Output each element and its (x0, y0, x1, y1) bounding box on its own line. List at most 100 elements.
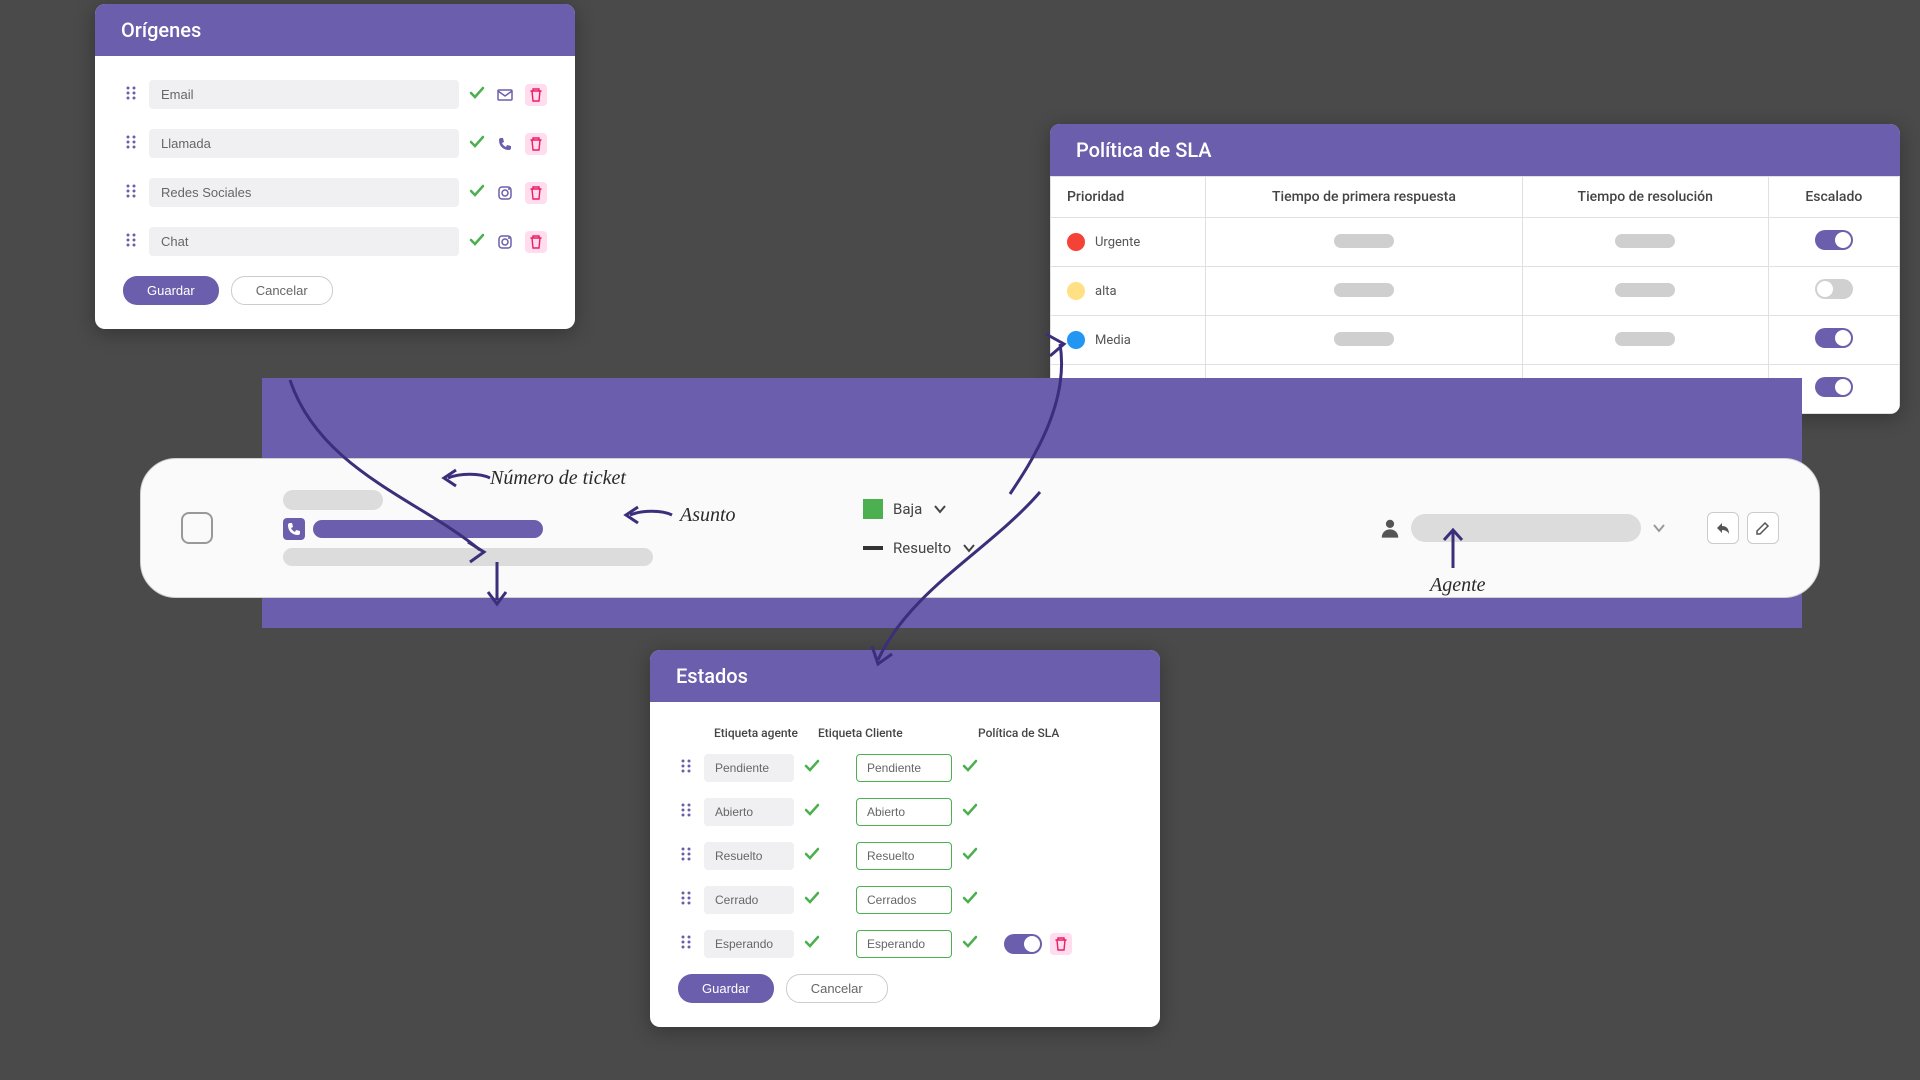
mail-icon (495, 87, 515, 103)
priority-color-icon (863, 499, 883, 519)
priority-dot-icon (1067, 233, 1085, 251)
agent-label-input[interactable] (704, 886, 794, 914)
delete-button[interactable] (1050, 933, 1072, 955)
origenes-panel: Orígenes Guardar Cancelar (95, 4, 575, 329)
user-icon (1379, 517, 1401, 539)
status-dropdown[interactable]: Resuelto (863, 539, 977, 557)
check-icon (804, 802, 820, 822)
check-icon (804, 934, 820, 954)
check-icon (962, 934, 978, 954)
col-agent-label: Etiqueta agente (678, 726, 818, 740)
escalate-toggle[interactable] (1815, 279, 1853, 299)
first-response-placeholder (1334, 332, 1394, 346)
origin-input[interactable] (149, 227, 459, 256)
col-sla-label: Política de SLA (978, 726, 1098, 740)
priority-name: alta (1095, 284, 1117, 299)
priority-dot-icon (1067, 282, 1085, 300)
origin-row (123, 227, 547, 256)
estado-row (678, 754, 1132, 782)
cancel-button[interactable]: Cancelar (231, 276, 333, 305)
cancel-button[interactable]: Cancelar (786, 974, 888, 1003)
origin-input[interactable] (149, 178, 459, 207)
sla-row: Media (1051, 316, 1900, 365)
check-icon (469, 134, 485, 154)
agent-label-input[interactable] (704, 754, 794, 782)
estado-row (678, 886, 1132, 914)
check-icon (804, 846, 820, 866)
priority-name: Media (1095, 333, 1131, 348)
delete-button[interactable] (525, 133, 547, 155)
client-label-input[interactable] (856, 930, 952, 958)
check-icon (469, 85, 485, 105)
drag-handle-icon[interactable] (678, 846, 694, 866)
delete-button[interactable] (525, 84, 547, 106)
origin-row (123, 178, 547, 207)
escalate-toggle[interactable] (1815, 377, 1853, 397)
first-response-placeholder (1334, 283, 1394, 297)
estado-row (678, 842, 1132, 870)
check-icon (804, 890, 820, 910)
agent-label-input[interactable] (704, 930, 794, 958)
delete-button[interactable] (525, 231, 547, 253)
estados-panel: Estados Etiqueta agente Etiqueta Cliente… (650, 650, 1160, 1027)
origenes-title: Orígenes (95, 4, 575, 56)
drag-handle-icon[interactable] (123, 232, 139, 252)
sla-col: Tiempo de primera respuesta (1206, 177, 1523, 218)
save-button[interactable]: Guardar (678, 974, 774, 1003)
sla-panel: Política de SLA PrioridadTiempo de prime… (1050, 124, 1900, 414)
sla-toggle[interactable] (1004, 934, 1042, 954)
col-client-label: Etiqueta Cliente (818, 726, 978, 740)
instagram-icon (495, 185, 515, 201)
ticket-desc-placeholder (283, 548, 653, 566)
priority-label: Baja (893, 500, 922, 518)
drag-handle-icon[interactable] (123, 85, 139, 105)
sla-row: alta (1051, 267, 1900, 316)
client-label-input[interactable] (856, 754, 952, 782)
sla-row: Urgente (1051, 218, 1900, 267)
drag-handle-icon[interactable] (123, 134, 139, 154)
chevron-down-icon (932, 501, 948, 517)
escalate-toggle[interactable] (1815, 230, 1853, 250)
delete-button[interactable] (525, 182, 547, 204)
client-label-input[interactable] (856, 886, 952, 914)
resolution-placeholder (1615, 332, 1675, 346)
drag-handle-icon[interactable] (678, 802, 694, 822)
drag-handle-icon[interactable] (678, 758, 694, 778)
priority-name: Urgente (1095, 235, 1140, 250)
check-icon (962, 846, 978, 866)
status-color-icon (863, 546, 883, 550)
agent-label-input[interactable] (704, 798, 794, 826)
origin-input[interactable] (149, 80, 459, 109)
ticket-checkbox[interactable] (181, 512, 213, 544)
resolution-placeholder (1615, 234, 1675, 248)
edit-button[interactable] (1747, 512, 1779, 544)
ticket-card: Baja Resuelto (140, 458, 1820, 598)
escalate-toggle[interactable] (1815, 328, 1853, 348)
check-icon (469, 232, 485, 252)
origin-input[interactable] (149, 129, 459, 158)
estado-row (678, 798, 1132, 826)
estado-row (678, 930, 1132, 958)
client-label-input[interactable] (856, 842, 952, 870)
check-icon (962, 758, 978, 778)
chevron-down-icon (961, 540, 977, 556)
status-label: Resuelto (893, 539, 951, 557)
priority-dropdown[interactable]: Baja (863, 499, 977, 519)
save-button[interactable]: Guardar (123, 276, 219, 305)
agent-label-input[interactable] (704, 842, 794, 870)
priority-dot-icon (1067, 331, 1085, 349)
check-icon (962, 802, 978, 822)
first-response-placeholder (1334, 234, 1394, 248)
drag-handle-icon[interactable] (123, 183, 139, 203)
chevron-down-icon[interactable] (1651, 520, 1667, 536)
resolution-placeholder (1615, 283, 1675, 297)
instagram-icon (495, 234, 515, 250)
sla-col: Prioridad (1051, 177, 1206, 218)
phone-icon (495, 136, 515, 152)
reply-button[interactable] (1707, 512, 1739, 544)
sla-col: Tiempo de resolución (1522, 177, 1768, 218)
origin-row (123, 129, 547, 158)
drag-handle-icon[interactable] (678, 890, 694, 910)
client-label-input[interactable] (856, 798, 952, 826)
drag-handle-icon[interactable] (678, 934, 694, 954)
